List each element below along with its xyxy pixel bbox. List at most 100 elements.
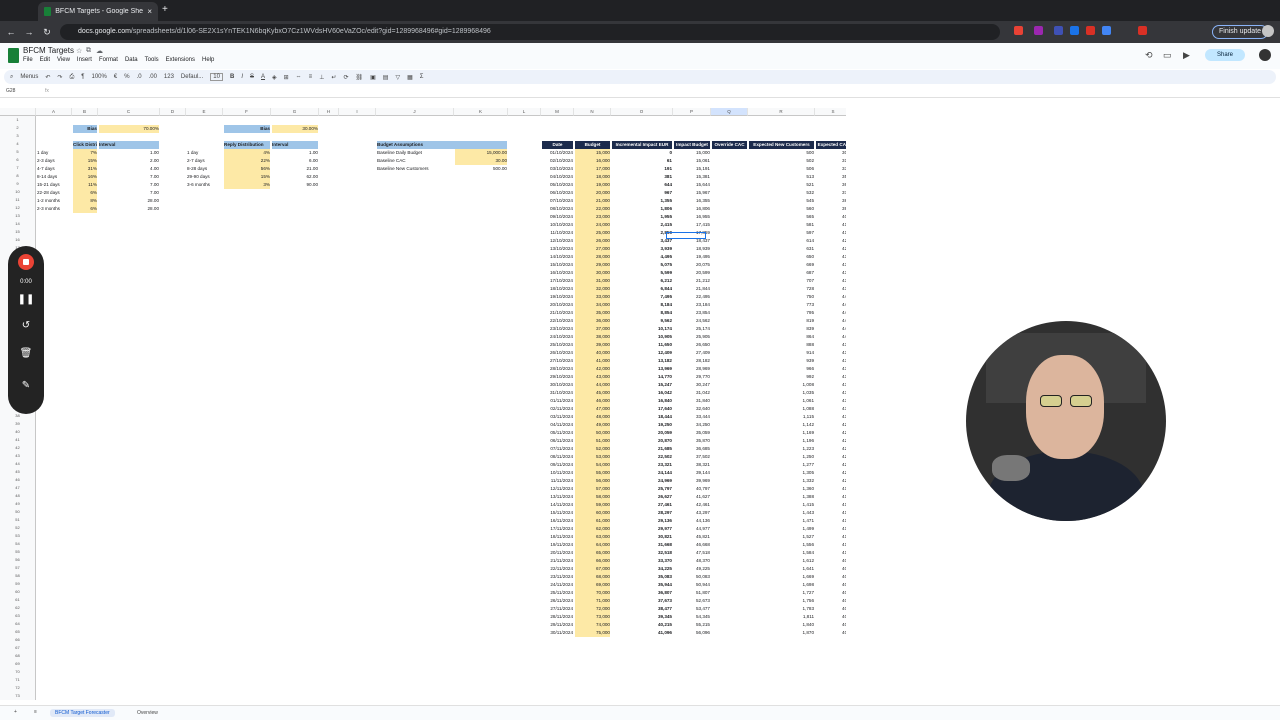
forecast-cell[interactable]: 52,673 xyxy=(674,597,710,605)
forecast-cell[interactable]: 20,059 xyxy=(612,429,672,437)
click-interval-label[interactable]: 2-3 months xyxy=(37,205,71,213)
forecast-cell[interactable] xyxy=(712,533,747,541)
forecast-cell[interactable]: 20/10/2024 xyxy=(542,301,573,309)
currency-icon[interactable]: € xyxy=(114,74,117,80)
forecast-cell[interactable]: 50,000 xyxy=(575,428,610,437)
forecast-cell[interactable] xyxy=(712,549,747,557)
forecast-cell[interactable] xyxy=(712,381,747,389)
forecast-cell[interactable]: 20/11/2024 xyxy=(542,549,573,557)
click-share[interactable]: 15% xyxy=(73,156,97,165)
forecast-cell[interactable]: 40.2 xyxy=(816,621,846,629)
row-header[interactable]: 49 xyxy=(0,500,36,508)
forecast-cell[interactable]: 13/10/2024 xyxy=(542,245,573,253)
forecast-cell[interactable]: 19,000 xyxy=(575,180,610,189)
forecast-cell[interactable]: 28,182 xyxy=(674,357,710,365)
forecast-cell[interactable]: 43.1 xyxy=(816,253,846,261)
forecast-cell[interactable]: 10/11/2024 xyxy=(542,469,573,477)
budget-assumptions-header[interactable]: Budget Assumptions xyxy=(377,140,507,149)
interval-header[interactable]: Interval xyxy=(99,140,159,149)
bias-value[interactable]: 70.00% xyxy=(99,124,159,133)
forecast-cell[interactable]: 21,212 xyxy=(674,277,710,285)
forecast-cell[interactable]: 27,461 xyxy=(612,501,672,509)
forecast-cell[interactable]: 1,840 xyxy=(749,621,815,629)
forecast-cell[interactable]: 1,527 xyxy=(749,533,815,541)
valign-icon[interactable]: ⊥ xyxy=(319,74,324,81)
forecast-cell[interactable]: 43,297 xyxy=(674,509,710,517)
forecast-cell[interactable]: 37.6 xyxy=(816,189,846,197)
forecast-cell[interactable]: 967 xyxy=(612,189,672,197)
row-header[interactable]: 16 xyxy=(0,236,36,244)
forecast-cell[interactable]: 41,000 xyxy=(575,356,610,365)
filter-icon[interactable]: ▽ xyxy=(395,74,400,81)
forecast-cell[interactable]: 5,599 xyxy=(612,269,673,277)
forecast-cell[interactable]: 05/11/2024 xyxy=(542,429,573,437)
forecast-cell[interactable]: 32,640 xyxy=(674,405,710,413)
forecast-cell[interactable] xyxy=(712,541,747,549)
forecast-cell[interactable]: 914 xyxy=(749,349,814,357)
forecast-cell[interactable]: 09/10/2024 xyxy=(542,213,573,221)
forecast-cell[interactable]: 29,000 xyxy=(575,260,610,269)
forecast-cell[interactable] xyxy=(712,565,747,573)
forecast-cell[interactable]: 44,136 xyxy=(674,517,710,525)
forecast-cell[interactable]: 1,088 xyxy=(749,405,815,413)
decimal-decrease-icon[interactable]: .0 xyxy=(137,74,142,80)
forecast-cell[interactable]: 15,381 xyxy=(674,173,710,181)
forecast-cell[interactable]: 07/10/2024 xyxy=(542,197,573,205)
click-interval-label[interactable]: 4-7 days xyxy=(37,165,71,173)
bold-icon[interactable]: B xyxy=(230,74,234,80)
forecast-cell[interactable] xyxy=(712,221,747,229)
forecast-cell[interactable]: 21,000 xyxy=(575,196,610,205)
forecast-cell[interactable] xyxy=(712,629,747,637)
back-icon[interactable]: ← xyxy=(4,27,18,37)
meet-icon[interactable]: ▶ xyxy=(1183,50,1190,61)
forecast-cell[interactable]: 532 xyxy=(749,189,814,197)
row-header[interactable]: 54 xyxy=(0,540,36,548)
menu-data[interactable]: Data xyxy=(125,57,138,63)
forecast-cell[interactable]: 69,000 xyxy=(575,580,610,589)
row-header[interactable]: 61 xyxy=(0,596,36,604)
forecast-cell[interactable]: 24,969 xyxy=(612,477,672,485)
row-header[interactable]: 41 xyxy=(0,436,36,444)
forecast-cell[interactable]: 42,000 xyxy=(575,364,610,373)
browser-tab[interactable]: BFCM Targets - Google Sheets × xyxy=(38,2,158,21)
click-interval-label[interactable]: 15-21 days xyxy=(37,181,71,189)
forecast-cell[interactable]: 513 xyxy=(749,173,814,181)
forecast-cell[interactable]: 30,000 xyxy=(575,268,610,277)
forecast-cell[interactable]: 04/11/2024 xyxy=(542,421,573,429)
forecast-cell[interactable]: 25,174 xyxy=(674,325,710,333)
row-header[interactable]: 44 xyxy=(0,460,36,468)
forecast-cell[interactable]: 57,000 xyxy=(575,484,610,493)
forecast-cell[interactable]: 38,000 xyxy=(575,332,610,341)
forecast-cell[interactable] xyxy=(712,245,747,253)
forecast-cell[interactable]: 29,770 xyxy=(674,373,710,381)
forecast-cell[interactable]: 70,000 xyxy=(575,588,610,597)
forecast-cell[interactable]: 02/10/2024 xyxy=(542,157,573,165)
column-header[interactable]: G xyxy=(271,108,319,116)
forecast-cell[interactable]: 18,939 xyxy=(674,245,710,253)
click-interval[interactable]: 28.00 xyxy=(99,205,160,213)
column-header[interactable]: R xyxy=(748,108,815,116)
forecast-cell[interactable]: 50,944 xyxy=(674,581,710,589)
row-header[interactable]: 68 xyxy=(0,652,36,660)
forecast-cell[interactable]: 74,000 xyxy=(575,620,610,629)
forecast-cell[interactable]: 51,000 xyxy=(575,436,610,445)
more-formats-icon[interactable]: 123 xyxy=(164,74,174,80)
forecast-cell[interactable]: 17/11/2024 xyxy=(542,525,573,533)
link-icon[interactable]: ⛓ xyxy=(355,74,363,81)
forecast-cell[interactable]: 560 xyxy=(749,205,814,213)
forecast-cell[interactable]: 650 xyxy=(749,253,814,261)
forecast-cell[interactable]: 06/11/2024 xyxy=(542,437,573,445)
row-header[interactable]: 9 xyxy=(0,180,36,188)
forecast-cell[interactable]: 728 xyxy=(749,285,814,293)
forecast-cell[interactable]: 34,000 xyxy=(575,300,610,309)
forecast-cell[interactable]: 24,000 xyxy=(575,220,610,229)
forecast-header[interactable]: Expected CAC xyxy=(816,140,846,149)
forecast-cell[interactable]: 68,000 xyxy=(575,572,610,581)
forecast-cell[interactable]: 1,115 xyxy=(749,413,814,421)
forecast-cell[interactable]: 26,627 xyxy=(612,493,672,501)
forecast-cell[interactable]: 43.8 xyxy=(816,349,846,357)
forecast-cell[interactable]: 66,000 xyxy=(575,556,610,565)
forecast-cell[interactable]: 46,668 xyxy=(674,541,710,549)
forecast-cell[interactable]: 1,388 xyxy=(749,493,815,501)
forecast-cell[interactable]: 23,854 xyxy=(674,309,710,317)
